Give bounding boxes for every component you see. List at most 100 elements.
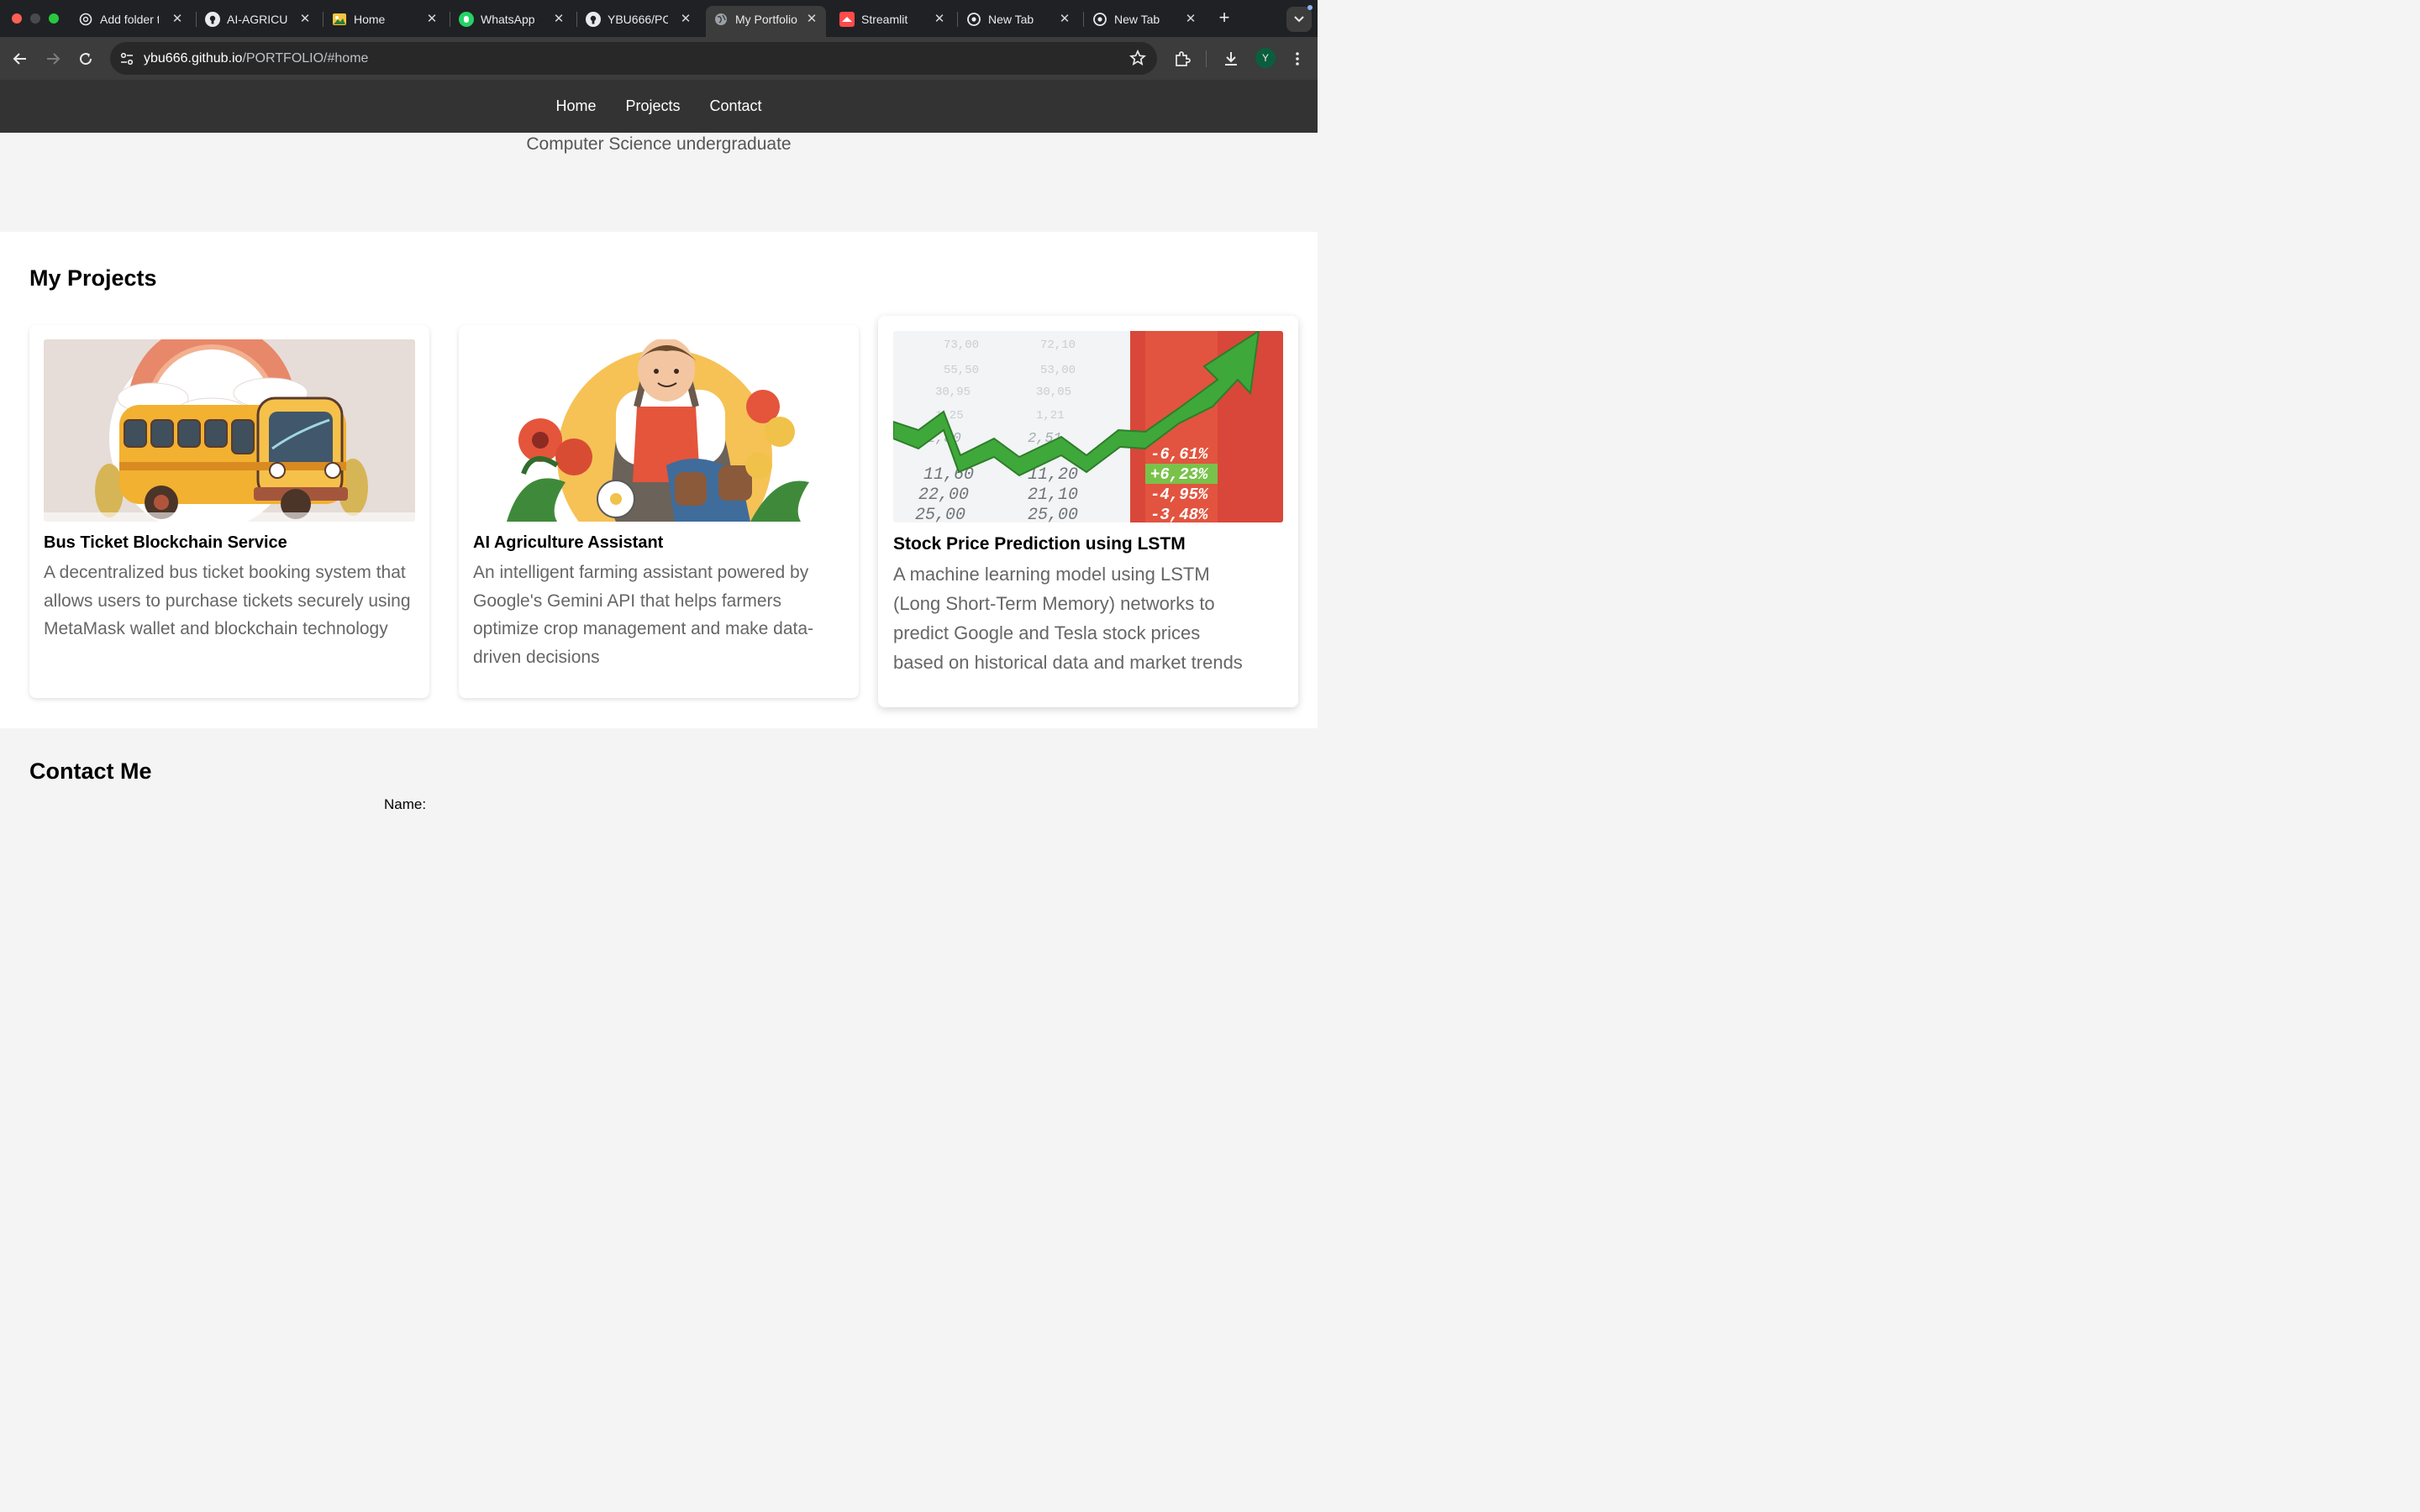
tab-close-icon[interactable]: ✕: [551, 11, 566, 26]
project-card[interactable]: 73,00 72,10 55,50 53,00 30,95 30,05 1,25 1,2…: [878, 316, 1298, 707]
forward-button[interactable]: [42, 48, 64, 70]
url-host: ybu666.github.io: [144, 51, 243, 66]
browser-tab[interactable]: Home ✕: [324, 6, 447, 32]
streamlit-icon: [839, 12, 855, 27]
arrow-right-icon: [47, 53, 60, 65]
project-title: AI Agriculture Assistant: [473, 533, 664, 552]
tab-separator: [323, 12, 324, 27]
svg-text:53,00: 53,00: [1040, 364, 1076, 377]
section-title-projects: My Projects: [29, 265, 157, 291]
browser-tab[interactable]: Streamlit ✕: [832, 6, 955, 32]
stock-change: -3,48%: [1150, 506, 1209, 522]
tab-separator: [196, 12, 197, 27]
kebab-menu-icon[interactable]: [1286, 48, 1308, 70]
github-icon: [586, 12, 601, 27]
arrow-left-icon: [13, 53, 26, 65]
browser-tab[interactable]: Add folder t ✕: [71, 6, 193, 32]
svg-text:55,50: 55,50: [944, 364, 979, 377]
stock-change: -6,61%: [1150, 445, 1209, 464]
project-image-stock: 73,00 72,10 55,50 53,00 30,95 30,05 1,25 1,2…: [893, 331, 1283, 522]
svg-text:1,21: 1,21: [1036, 409, 1065, 423]
tab-close-icon[interactable]: ✕: [424, 11, 439, 26]
svg-text:73,00: 73,00: [944, 339, 979, 352]
tab-title: AI-AGRICUL: [227, 13, 287, 26]
tab-close-icon[interactable]: ✕: [170, 11, 185, 26]
tab-search-button[interactable]: [1286, 7, 1312, 32]
site-settings-icon[interactable]: [118, 50, 136, 68]
contact-name-label: Name:: [384, 796, 427, 812]
nav-link-contact[interactable]: Contact: [710, 97, 762, 115]
project-description: A machine learning model using LSTM (Lon…: [893, 564, 1243, 673]
bookmark-star-icon[interactable]: [1128, 49, 1147, 67]
tab-title: Add folder t: [100, 13, 159, 26]
extensions-icon[interactable]: [1171, 48, 1193, 70]
chrome-icon: [1092, 12, 1107, 27]
github-icon: [205, 12, 220, 27]
project-title: Stock Price Prediction using LSTM: [893, 534, 1186, 554]
globe-icon: [713, 12, 729, 27]
projects-section: My Projects Bus Ticket Blockchain Servic…: [0, 232, 1318, 728]
page-viewport: Home Projects Contact Computer Science u…: [0, 80, 1318, 823]
tab-close-icon[interactable]: ✕: [1183, 11, 1198, 26]
tab-title: New Tab: [1114, 13, 1160, 26]
stock-change: -4,95%: [1150, 486, 1209, 504]
image-icon: [332, 12, 347, 27]
notification-dot: [1307, 5, 1313, 10]
window-close-button[interactable]: [12, 13, 22, 24]
project-title: Bus Ticket Blockchain Service: [44, 533, 287, 552]
nav-link-home[interactable]: Home: [555, 97, 596, 115]
contact-section: Contact Me Name:: [0, 728, 1318, 823]
openai-icon: [78, 12, 93, 27]
tab-title: New Tab: [988, 13, 1034, 26]
tab-close-icon[interactable]: ✕: [297, 11, 313, 26]
browser-tab[interactable]: New Tab ✕: [1085, 6, 1207, 32]
window-minimize-button[interactable]: [30, 13, 40, 24]
avatar[interactable]: Y: [1255, 48, 1276, 68]
browser-tab[interactable]: AI-AGRICUL ✕: [197, 6, 320, 32]
tab-title: WhatsApp: [481, 13, 535, 26]
svg-text:72,10: 72,10: [1040, 339, 1076, 352]
reload-icon: [80, 53, 92, 66]
tab-close-icon[interactable]: ✕: [932, 11, 947, 26]
stock-value: 25,00: [915, 506, 965, 522]
toolbar-divider: [1206, 50, 1207, 67]
hero-section: Computer Science undergraduate: [0, 133, 1318, 232]
stock-value: 21,10: [1028, 486, 1078, 505]
hero-subtitle: Computer Science undergraduate: [526, 134, 792, 154]
back-button[interactable]: [9, 48, 31, 70]
nav-link-projects[interactable]: Projects: [625, 97, 680, 115]
tab-strip: Add folder t ✕ AI-AGRICUL ✕ Home ✕ Whats…: [0, 0, 1318, 37]
tab-close-icon[interactable]: ✕: [804, 11, 819, 26]
new-tab-button[interactable]: +: [1215, 8, 1234, 29]
tab-separator: [576, 12, 577, 27]
project-card[interactable]: Bus Ticket Blockchain Service A decentra…: [29, 325, 429, 698]
address-bar[interactable]: ybu666.github.io/PORTFOLIO/#home: [110, 42, 1157, 75]
project-description: A decentralized bus ticket booking syste…: [44, 563, 411, 638]
url-path: /PORTFOLIO/#home: [242, 51, 369, 66]
tab-close-icon[interactable]: ✕: [1057, 11, 1072, 26]
project-card[interactable]: AI Agriculture Assistant An intelligent …: [459, 325, 859, 698]
reload-button[interactable]: [75, 48, 97, 70]
browser-tab[interactable]: New Tab ✕: [959, 6, 1081, 32]
whatsapp-icon: [459, 12, 474, 27]
download-icon[interactable]: [1220, 48, 1242, 70]
stock-change: +6,23%: [1150, 465, 1209, 484]
tab-separator: [957, 12, 958, 27]
site-navbar: Home Projects Contact: [0, 80, 1318, 133]
tab-title: YBU666/PC: [608, 13, 668, 26]
tab-title: Streamlit: [861, 13, 908, 26]
project-image-farmer: [473, 339, 844, 522]
browser-tab[interactable]: YBU666/PC ✕: [578, 6, 701, 32]
stock-value: 25,00: [1028, 506, 1078, 522]
chrome-icon: [966, 12, 981, 27]
section-title-contact: Contact Me: [29, 759, 152, 784]
url-text[interactable]: ybu666.github.io/PORTFOLIO/#home: [144, 51, 368, 66]
tab-title: My Portfolio: [735, 13, 797, 26]
svg-text:30,05: 30,05: [1036, 386, 1071, 399]
tab-close-icon[interactable]: ✕: [678, 11, 693, 26]
tab-separator: [1083, 12, 1084, 27]
stock-value: 22,00: [918, 486, 969, 505]
browser-tab-active[interactable]: My Portfolio ✕: [706, 6, 826, 37]
window-maximize-button[interactable]: [49, 13, 59, 24]
browser-tab[interactable]: WhatsApp ✕: [451, 6, 574, 32]
